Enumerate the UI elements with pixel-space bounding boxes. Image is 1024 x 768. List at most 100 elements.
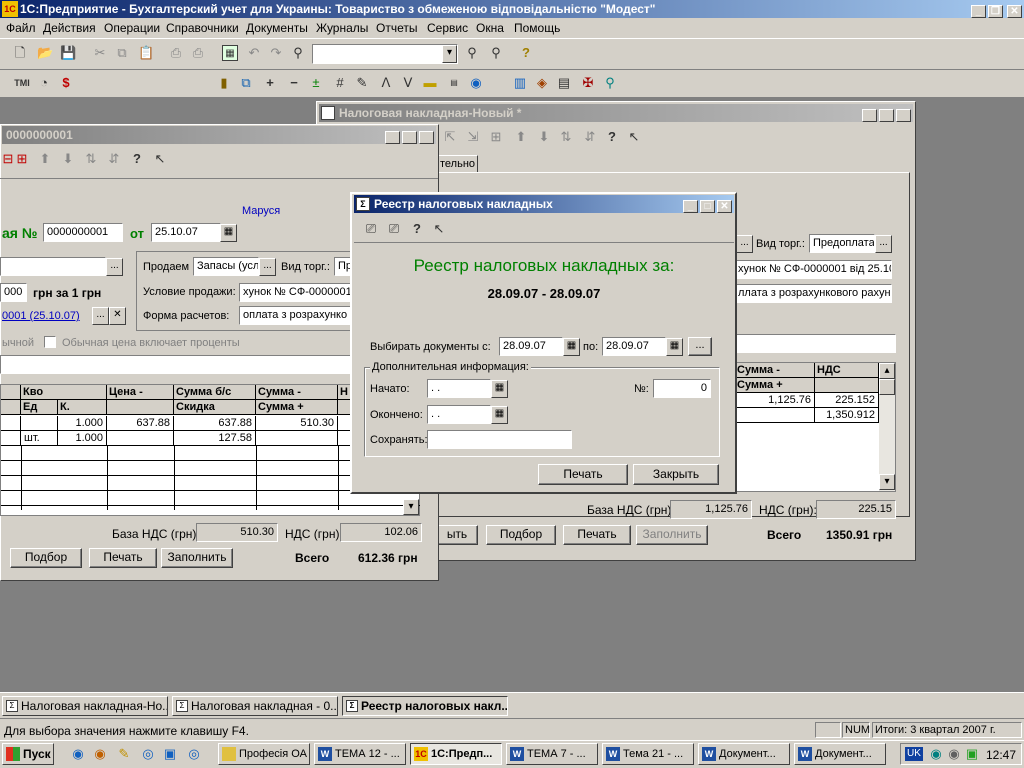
scroll-down-icon[interactable]: ▾ bbox=[403, 499, 419, 515]
cut-icon[interactable]: ✂ bbox=[92, 45, 108, 61]
doc-calc-field[interactable]: оплата з розрахунко bbox=[239, 306, 354, 325]
nav-back-icon[interactable]: ᐯ bbox=[400, 75, 416, 91]
calendar-icon[interactable]: ▦ bbox=[220, 224, 237, 242]
doc-contractor-select-button[interactable]: ... bbox=[106, 258, 123, 276]
quicklaunch-icon[interactable]: ◉ bbox=[92, 746, 108, 762]
doc-sell-select-button[interactable]: ... bbox=[259, 258, 276, 276]
doc-link[interactable]: 0001 (25.10.07) bbox=[2, 310, 80, 322]
doc-cell[interactable]: 127.58 bbox=[174, 431, 256, 446]
invoice-cell[interactable] bbox=[735, 408, 815, 423]
scroll-up-icon[interactable]: ▴ bbox=[879, 363, 895, 379]
find-icon[interactable]: ⚲ bbox=[290, 45, 306, 61]
taskbar-item[interactable]: W Документ... bbox=[794, 743, 886, 765]
search-combo[interactable] bbox=[312, 44, 458, 64]
doc-cell[interactable] bbox=[21, 416, 58, 431]
grid-icon[interactable]: # bbox=[332, 75, 348, 91]
taskbar-item[interactable]: W ТЕМА 7 - ... bbox=[506, 743, 598, 765]
app-icon[interactable]: 1С bbox=[2, 1, 18, 17]
help-icon[interactable]: ? bbox=[409, 221, 425, 237]
invoice-tab[interactable]: тельно bbox=[436, 155, 478, 173]
copy-icon[interactable]: ⧉ bbox=[114, 45, 130, 61]
arrow-up-icon[interactable]: ⬆ bbox=[513, 129, 529, 145]
doc-cell[interactable]: 1.000 bbox=[58, 431, 107, 446]
sort-asc-icon[interactable]: ⇅ bbox=[83, 151, 99, 167]
currency-icon[interactable]: $ bbox=[58, 75, 74, 91]
doc-link-clear-icon[interactable]: ✕ bbox=[109, 307, 126, 325]
book-icon[interactable]: ▮ bbox=[216, 75, 232, 91]
help-icon[interactable]: ? bbox=[518, 45, 534, 61]
money-icon[interactable]: ▬ bbox=[422, 75, 438, 91]
operations-icon[interactable]: ◔ bbox=[36, 75, 52, 91]
redo-icon[interactable]: ↷ bbox=[268, 45, 284, 61]
minimize-icon[interactable]: _ bbox=[971, 5, 986, 19]
close-icon[interactable]: ✕ bbox=[419, 131, 434, 145]
doc-date-field[interactable]: 25.10.07 bbox=[151, 223, 221, 242]
arrow-up-icon[interactable]: ⬆ bbox=[37, 151, 53, 167]
restore-icon[interactable]: ❐ bbox=[988, 5, 1003, 19]
minimize-icon[interactable]: _ bbox=[862, 109, 877, 123]
report-icon[interactable]: ▥ bbox=[512, 75, 528, 91]
doc-cell[interactable]: 510.30 bbox=[256, 416, 338, 431]
new-document-icon[interactable]: 🗋 bbox=[12, 45, 28, 61]
help-icon[interactable]: ? bbox=[129, 151, 145, 167]
save-settings-icon[interactable]: ⎚ bbox=[386, 221, 402, 237]
search-icon[interactable]: ⚲ bbox=[464, 45, 480, 61]
context-help-icon[interactable]: ↖ bbox=[152, 151, 168, 167]
dialog-close-button[interactable]: Закрыть bbox=[633, 464, 719, 485]
quicklaunch-icon[interactable]: ▣ bbox=[162, 746, 178, 762]
invoice-select-button[interactable]: Подбор bbox=[486, 525, 556, 545]
close-icon[interactable]: ✕ bbox=[896, 109, 911, 123]
invoice-trade-field[interactable]: Предоплата bbox=[809, 234, 875, 253]
menu-documents[interactable]: Документы bbox=[246, 20, 308, 36]
undo-icon[interactable]: ↶ bbox=[246, 45, 262, 61]
scroll-thumb[interactable] bbox=[879, 379, 895, 395]
doc-select-button[interactable]: Подбор bbox=[10, 548, 82, 568]
paste-icon[interactable]: 📋 bbox=[138, 45, 154, 61]
ledger-icon[interactable]: ▤ bbox=[556, 75, 572, 91]
invoice-print-button[interactable]: Печать bbox=[563, 525, 631, 545]
tray-icon[interactable]: ◉ bbox=[946, 746, 962, 762]
doc-link-ellipsis-button[interactable]: ... bbox=[92, 307, 109, 325]
taskbar-item[interactable]: W Тема 21 - ... bbox=[602, 743, 694, 765]
package-icon[interactable]: ◈ bbox=[534, 75, 550, 91]
doc-cell[interactable] bbox=[1, 416, 21, 431]
calendar-icon[interactable]: ▦ bbox=[491, 380, 508, 398]
pencil-icon[interactable]: ✎ bbox=[354, 75, 370, 91]
open-settings-icon[interactable]: ⎚ bbox=[363, 221, 379, 237]
doc-tool-icon[interactable]: ⊞ bbox=[14, 151, 30, 167]
doc-cell[interactable] bbox=[107, 431, 174, 446]
language-indicator[interactable]: UK bbox=[905, 747, 923, 761]
doc-cell[interactable]: 637.88 bbox=[107, 416, 174, 431]
calendar-icon[interactable]: ▦ bbox=[563, 338, 580, 356]
doc-sell-field[interactable]: Запасы (усл bbox=[193, 257, 259, 276]
taskbar-item[interactable]: Професія ОА bbox=[218, 743, 310, 765]
doc-cell[interactable]: шт. bbox=[21, 431, 58, 446]
balance-icon[interactable]: ± bbox=[308, 75, 324, 91]
invoice-comment-field[interactable] bbox=[734, 334, 896, 353]
sort-desc-icon[interactable]: ⇵ bbox=[106, 151, 122, 167]
globe-icon[interactable]: ◉ bbox=[468, 75, 484, 91]
menu-service[interactable]: Сервис bbox=[427, 20, 468, 36]
maximize-icon[interactable]: □ bbox=[879, 109, 894, 123]
doc-cell[interactable] bbox=[1, 431, 21, 446]
dialog-date-from-field[interactable]: 28.09.07 bbox=[499, 337, 563, 356]
doc-rate-field[interactable]: 000 bbox=[0, 283, 27, 302]
mdi-task-registry[interactable]: Σ Реестр налоговых накл... bbox=[342, 696, 508, 716]
doc-price-checkbox[interactable] bbox=[44, 336, 56, 348]
save-icon[interactable]: 💾 bbox=[60, 45, 76, 61]
dialog-print-button[interactable]: Печать bbox=[538, 464, 628, 485]
start-button[interactable]: Пуск bbox=[2, 743, 54, 765]
quicklaunch-icon[interactable]: ◎ bbox=[186, 746, 202, 762]
maximize-icon[interactable]: □ bbox=[700, 200, 715, 214]
quicklaunch-icon[interactable]: ◎ bbox=[140, 746, 156, 762]
invoice-payment-field[interactable]: ллата з розрахункового рахунку bbox=[734, 284, 892, 303]
menu-reports[interactable]: Отчеты bbox=[376, 20, 417, 36]
quicklaunch-icon[interactable]: ◉ bbox=[70, 746, 86, 762]
dialog-period-button[interactable]: ... bbox=[688, 337, 712, 356]
dialog-end-field[interactable]: . . bbox=[427, 405, 491, 424]
taskbar-item[interactable]: W Документ... bbox=[698, 743, 790, 765]
close-icon[interactable]: ✕ bbox=[717, 200, 732, 214]
plus-icon[interactable]: + bbox=[262, 75, 278, 91]
invoice-ref-field[interactable]: хунок № СФ-0000001 від 25.10. bbox=[734, 260, 892, 279]
preview-icon[interactable]: ⎙ bbox=[190, 45, 206, 61]
